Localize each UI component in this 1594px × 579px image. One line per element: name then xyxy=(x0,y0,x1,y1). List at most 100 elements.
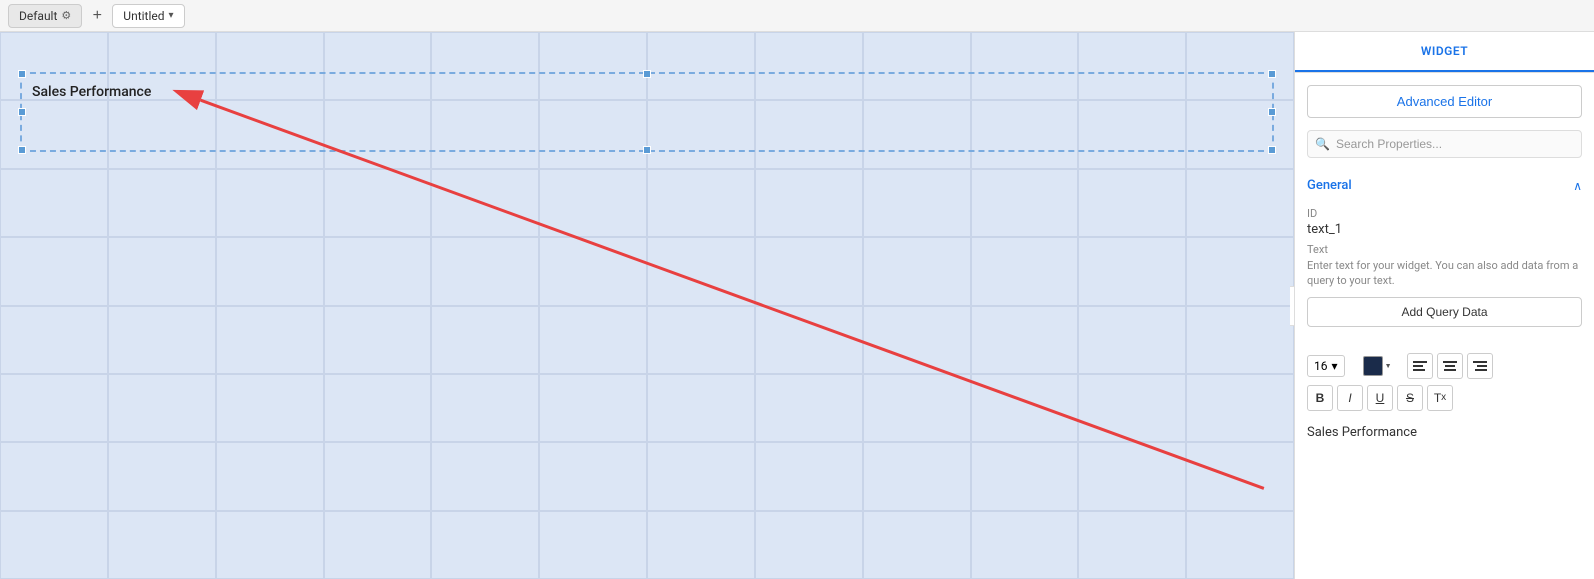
align-left-button[interactable] xyxy=(1407,353,1433,379)
grid-cell xyxy=(1078,511,1186,579)
grid-cell xyxy=(216,511,324,579)
resize-handle-tm[interactable] xyxy=(643,70,651,78)
main-area: // We'll render grid cells inline Sales … xyxy=(0,32,1594,579)
grid-cell xyxy=(863,306,971,374)
resize-handle-ml[interactable] xyxy=(18,108,26,116)
add-query-data-button[interactable]: Add Query Data xyxy=(1307,297,1582,327)
grid-cell xyxy=(431,442,539,510)
grid-cell xyxy=(108,237,216,305)
underline-button[interactable]: U xyxy=(1367,385,1393,411)
resize-handle-bl[interactable] xyxy=(18,146,26,154)
format-row-1: 16 ▾ xyxy=(1307,353,1582,379)
grid-cell xyxy=(647,169,755,237)
widget-title-text: Sales Performance xyxy=(32,84,151,100)
resize-handle-tl[interactable] xyxy=(18,70,26,78)
grid-cell xyxy=(1186,169,1294,237)
grid-cell xyxy=(431,306,539,374)
grid-cell xyxy=(755,169,863,237)
id-property-label: ID xyxy=(1307,207,1582,220)
font-size-select[interactable]: 16 ▾ xyxy=(1307,355,1345,377)
grid-cell xyxy=(431,237,539,305)
right-panel: WIDGET Advanced Editor 🔍 General ∧ ID te… xyxy=(1294,32,1594,579)
add-tab-button[interactable]: + xyxy=(86,5,108,27)
font-size-value: 16 xyxy=(1314,359,1328,373)
tab-default[interactable]: Default ⚙ xyxy=(8,4,82,28)
grid-cell xyxy=(539,442,647,510)
tab-default-label: Default xyxy=(19,9,57,23)
italic-button[interactable]: I xyxy=(1337,385,1363,411)
grid-cell xyxy=(216,442,324,510)
grid-cell xyxy=(971,374,1079,442)
strikethrough-button[interactable]: S xyxy=(1397,385,1423,411)
chevron-down-icon: ▾ xyxy=(169,10,174,21)
grid-cell xyxy=(216,306,324,374)
grid-cell xyxy=(108,169,216,237)
grid-cell xyxy=(324,169,432,237)
clear-format-button[interactable]: Tx xyxy=(1427,385,1453,411)
text-preview: Sales Performance xyxy=(1295,417,1594,448)
grid-cell xyxy=(1186,237,1294,305)
grid-cell xyxy=(1186,511,1294,579)
general-section-label: General xyxy=(1307,178,1352,193)
grid-cell xyxy=(1186,442,1294,510)
text-color-swatch[interactable] xyxy=(1363,356,1383,376)
format-row-2: B I U S Tx xyxy=(1307,385,1582,411)
search-icon: 🔍 xyxy=(1315,137,1330,151)
grid-cell xyxy=(647,511,755,579)
grid-cell xyxy=(324,306,432,374)
panel-tabs: WIDGET xyxy=(1295,32,1594,73)
align-right-button[interactable] xyxy=(1467,353,1493,379)
grid-cell xyxy=(1078,169,1186,237)
grid-cell xyxy=(0,511,108,579)
general-section-header[interactable]: General ∧ xyxy=(1295,170,1594,201)
grid-cell xyxy=(539,306,647,374)
text-preview-value: Sales Performance xyxy=(1307,425,1417,440)
property-section: ID text_1 Text Enter text for your widge… xyxy=(1295,201,1594,347)
grid-cell xyxy=(755,374,863,442)
gear-icon: ⚙ xyxy=(61,9,71,22)
grid-cell xyxy=(0,374,108,442)
grid-cell xyxy=(863,169,971,237)
bold-button[interactable]: B xyxy=(1307,385,1333,411)
grid-cell xyxy=(431,169,539,237)
grid-cell xyxy=(1078,237,1186,305)
grid-cell xyxy=(863,237,971,305)
grid-cell xyxy=(1186,306,1294,374)
grid-cell xyxy=(108,374,216,442)
collapse-panel-handle[interactable]: › xyxy=(1290,286,1294,326)
resize-handle-mr[interactable] xyxy=(1268,108,1276,116)
grid-cell xyxy=(755,511,863,579)
tab-untitled[interactable]: Untitled ▾ xyxy=(112,4,184,28)
grid-cell xyxy=(1078,306,1186,374)
grid-cell xyxy=(539,374,647,442)
grid-cell xyxy=(324,374,432,442)
resize-handle-bm[interactable] xyxy=(643,146,651,154)
grid-cell xyxy=(971,237,1079,305)
resize-handle-br[interactable] xyxy=(1268,146,1276,154)
grid-cell xyxy=(539,237,647,305)
grid-cell xyxy=(108,306,216,374)
grid-cell xyxy=(0,169,108,237)
text-property-description: Enter text for your widget. You can also… xyxy=(1307,258,1582,289)
search-properties-input[interactable] xyxy=(1307,130,1582,158)
grid-cell xyxy=(0,442,108,510)
grid-cell xyxy=(0,237,108,305)
grid-cell xyxy=(324,511,432,579)
grid-cell xyxy=(647,306,755,374)
grid-cell xyxy=(971,442,1079,510)
search-container: 🔍 xyxy=(1307,130,1582,158)
grid-cell xyxy=(971,511,1079,579)
canvas-area[interactable]: // We'll render grid cells inline Sales … xyxy=(0,32,1294,579)
grid-cell xyxy=(324,237,432,305)
tab-widget[interactable]: WIDGET xyxy=(1295,32,1594,72)
grid-cell xyxy=(539,169,647,237)
widget-container[interactable]: Sales Performance xyxy=(20,72,1274,152)
format-toolbar: 16 ▾ B I U S xyxy=(1295,347,1594,417)
advanced-editor-button[interactable]: Advanced Editor xyxy=(1307,85,1582,118)
align-center-button[interactable] xyxy=(1437,353,1463,379)
grid-cell xyxy=(431,511,539,579)
resize-handle-tr[interactable] xyxy=(1268,70,1276,78)
grid-cell xyxy=(863,442,971,510)
grid-cell xyxy=(539,511,647,579)
grid-cell xyxy=(216,237,324,305)
